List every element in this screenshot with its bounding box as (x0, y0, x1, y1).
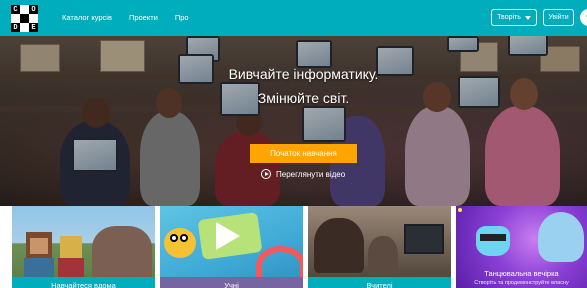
top-nav-bar: C O D E Каталог курсів Проекти Про Творі… (0, 0, 587, 36)
card-dance-party[interactable]: Танцювальна вечірка Створіть та продемон… (456, 206, 587, 288)
logo-letter-c: C (11, 5, 20, 14)
create-dropdown-button[interactable]: Творіть (491, 9, 537, 26)
logo-letter-o: O (29, 5, 38, 14)
nav-course-catalog[interactable]: Каталог курсів (62, 13, 112, 22)
card-label: Навчайтеся вдома (12, 277, 155, 288)
card-label: Танцювальна вечірка (484, 269, 559, 278)
card-learn-at-home[interactable]: Навчайтеся вдома (12, 206, 155, 288)
main-nav: Каталог курсів Проекти Про (62, 13, 206, 22)
caret-down-icon (524, 15, 531, 20)
hero-title: Вивчайте інформатику. (228, 66, 379, 82)
hero-dim-overlay (0, 36, 587, 206)
card-label: Вчителі (308, 277, 451, 288)
hero-banner: Вивчайте інформатику. Змінюйте світ. Поч… (0, 36, 587, 206)
computer-monitor (404, 224, 444, 254)
card-students[interactable]: Учні (160, 206, 303, 288)
watch-video-label: Переглянути відео (276, 169, 346, 179)
teachers-photo (308, 206, 451, 288)
minecraft-face (30, 238, 48, 254)
feature-cards: Навчайтеся вдома Учні Вчителі Танцювальн… (0, 206, 587, 288)
family-photo (92, 226, 152, 281)
student-figure (368, 236, 398, 276)
nav-about[interactable]: Про (175, 13, 189, 22)
create-label: Творіть (497, 14, 521, 21)
logo-blank (11, 14, 20, 23)
bee-eye (180, 234, 188, 242)
logo-letter-d: D (11, 23, 20, 32)
minecraft-character (60, 236, 82, 258)
card-teachers[interactable]: Вчителі (308, 206, 451, 288)
minecraft-image (12, 206, 155, 288)
play-circle-icon (261, 169, 271, 179)
hero-subtitle: Змінюйте світ. (257, 90, 350, 106)
teacher-figure (314, 218, 364, 273)
bee-eye (170, 234, 178, 242)
start-learning-button[interactable]: Початок навчання (250, 144, 357, 163)
bee-icon (164, 228, 196, 258)
card-label-group: Танцювальна вечірка Створіть та продемон… (456, 268, 587, 288)
sunglasses-icon (480, 234, 506, 241)
logo-blank (20, 23, 29, 32)
user-menu-icon[interactable]: ? (580, 9, 587, 26)
code-org-logo[interactable]: C O D E (11, 5, 38, 32)
students-illustration (160, 206, 303, 288)
card-label: Учні (160, 277, 303, 288)
logo-letter-e: E (29, 23, 38, 32)
monster-character (538, 212, 584, 262)
card-sublabel: Створіть та продемонструйте власну (474, 280, 569, 286)
nav-projects[interactable]: Проекти (129, 13, 158, 22)
cat-character (476, 226, 510, 256)
logo-blank (20, 5, 29, 14)
watch-video-link[interactable]: Переглянути відео (261, 169, 345, 179)
logo-blank-dark (20, 14, 29, 23)
sparkle-icon (458, 208, 462, 212)
sign-in-button[interactable]: Увійти (543, 9, 574, 26)
logo-blank (29, 14, 38, 23)
page: C O D E Каталог курсів Проекти Про Творі… (0, 0, 587, 288)
arrow-right-icon (216, 222, 240, 250)
